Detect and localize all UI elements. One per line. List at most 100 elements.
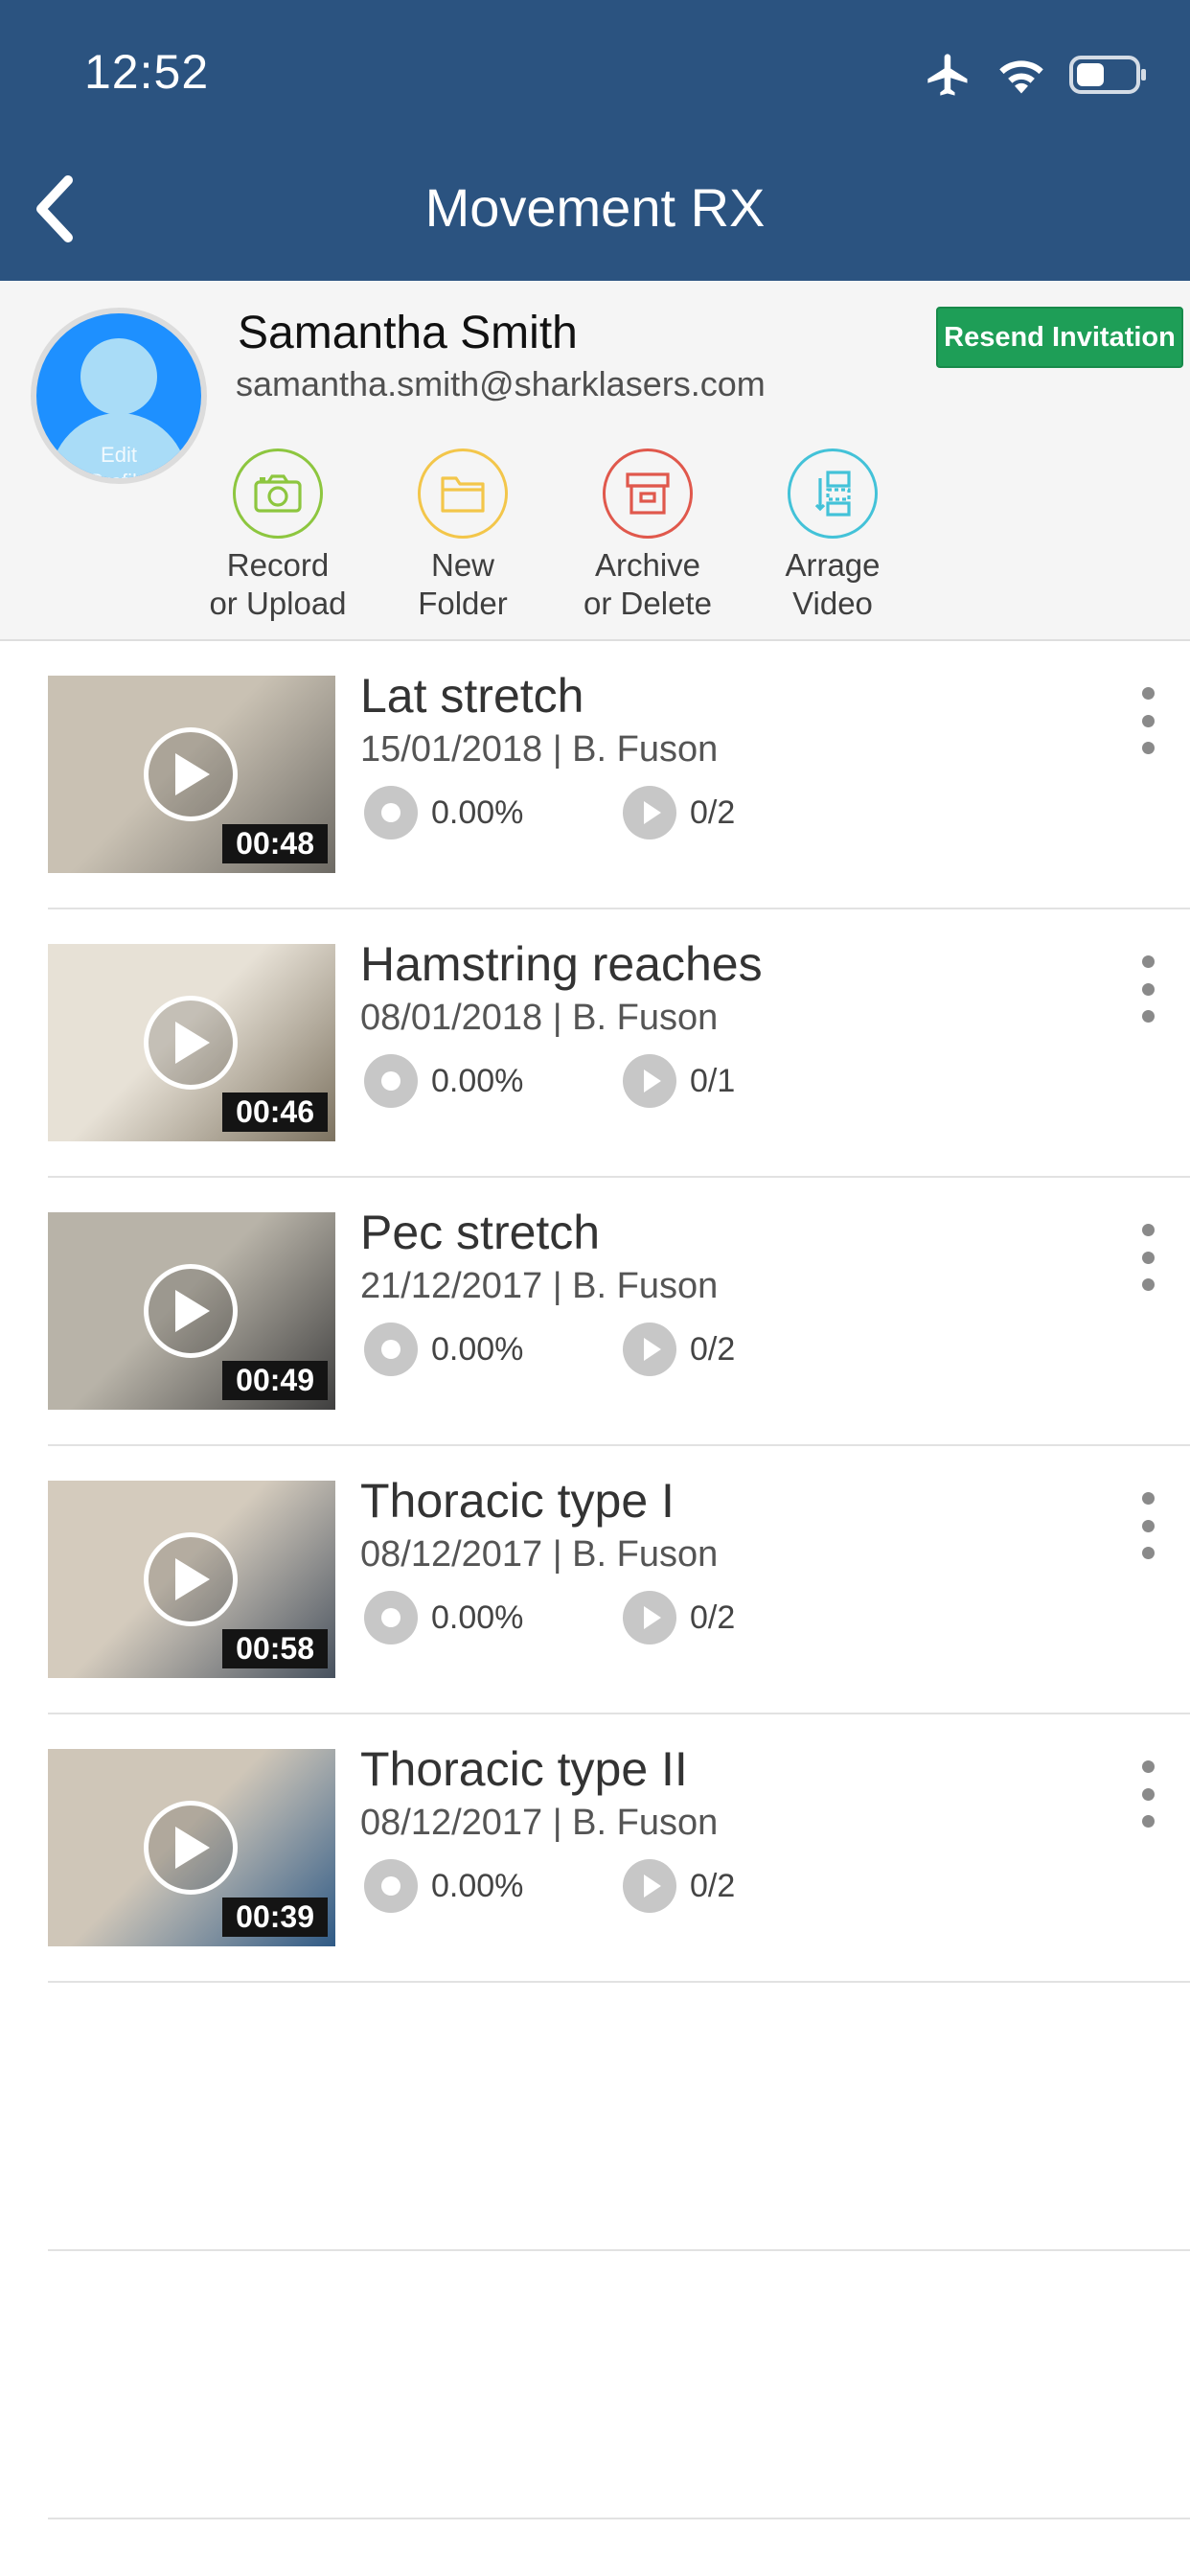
play-count-icon [623, 1591, 676, 1644]
archive-box-icon [626, 472, 670, 515]
action-circle [233, 448, 323, 539]
empty-list-row [48, 2251, 1190, 2519]
action-circle [788, 448, 878, 539]
progress-stat: 0.00% [364, 1858, 523, 1914]
camera-icon [254, 474, 302, 513]
video-thumbnail[interactable]: 00:49 [48, 1212, 335, 1410]
battery-icon [1069, 56, 1146, 94]
avatar-head-shape [80, 338, 157, 415]
plays-value: 0/2 [690, 1330, 736, 1368]
more-options-icon[interactable] [1129, 1224, 1167, 1291]
more-options-icon[interactable] [1129, 1492, 1167, 1559]
plays-value: 0/2 [690, 794, 736, 831]
profile-name: Samantha Smith [238, 308, 578, 358]
status-icons [924, 48, 1148, 102]
video-thumbnail[interactable]: 00:39 [48, 1749, 335, 1946]
video-row[interactable]: 00:49 Pec stretch 21/12/2017 | B. Fuson … [48, 1178, 1190, 1446]
play-button[interactable] [144, 1532, 238, 1626]
video-thumbnail[interactable]: 00:46 [48, 944, 335, 1141]
video-meta: 08/01/2018 | B. Fuson [360, 998, 719, 1038]
more-options-icon[interactable] [1129, 955, 1167, 1023]
play-count-icon [623, 1054, 676, 1108]
status-time: 12:52 [84, 45, 210, 99]
arrange-icon [814, 471, 851, 517]
video-duration: 00:49 [222, 1361, 328, 1400]
video-duration: 00:58 [222, 1629, 328, 1668]
app-header: 12:52 Movement RX [0, 0, 1190, 281]
progress-circle-icon [364, 1859, 418, 1913]
play-icon [175, 1022, 210, 1064]
plays-value: 0/2 [690, 1867, 736, 1904]
profile-email: samantha.smith@sharklasers.com [236, 364, 766, 403]
more-options-icon[interactable] [1129, 687, 1167, 754]
video-duration: 00:46 [222, 1092, 328, 1132]
play-count-icon [623, 1859, 676, 1913]
play-count-icon [623, 1322, 676, 1376]
action-circle [603, 448, 693, 539]
wifi-icon [999, 60, 1043, 94]
progress-value: 0.00% [431, 1330, 524, 1368]
page-title: Movement RX [424, 177, 766, 238]
progress-circle-icon [364, 1322, 418, 1376]
plays-value: 0/1 [690, 1062, 736, 1099]
video-title[interactable]: Lat stretch [360, 668, 584, 724]
progress-value: 0.00% [431, 1867, 524, 1904]
action-label: Arrage Video [785, 547, 881, 621]
play-icon [175, 753, 210, 795]
play-icon [175, 1290, 210, 1332]
video-thumbnail[interactable]: 00:58 [48, 1481, 335, 1678]
progress-stat: 0.00% [364, 1053, 523, 1109]
video-meta: 15/01/2018 | B. Fuson [360, 729, 719, 770]
airplane-mode-icon [927, 54, 968, 96]
action-circle [418, 448, 508, 539]
video-thumbnail[interactable]: 00:48 [48, 676, 335, 873]
plays-stat: 0/2 [623, 1590, 735, 1645]
progress-stat: 0.00% [364, 1590, 523, 1645]
progress-value: 0.00% [431, 794, 524, 831]
progress-circle-icon [364, 1054, 418, 1108]
video-title[interactable]: Pec stretch [360, 1205, 600, 1260]
progress-stat: 0.00% [364, 1322, 523, 1377]
video-row[interactable]: 00:39 Thoracic type II 08/12/2017 | B. F… [48, 1714, 1190, 1983]
video-row[interactable]: 00:58 Thoracic type I 08/12/2017 | B. Fu… [48, 1446, 1190, 1714]
video-list: 00:48 Lat stretch 15/01/2018 | B. Fuson … [48, 641, 1190, 2519]
archive-delete-button[interactable]: Archive or Delete [542, 448, 753, 623]
plays-value: 0/2 [690, 1598, 736, 1636]
plays-stat: 0/2 [623, 1858, 735, 1914]
video-row[interactable]: 00:48 Lat stretch 15/01/2018 | B. Fuson … [48, 641, 1190, 909]
progress-circle-icon [364, 786, 418, 840]
empty-list-row [48, 1983, 1190, 2251]
record-upload-button[interactable]: Record or Upload [172, 448, 383, 623]
play-button[interactable] [144, 996, 238, 1090]
progress-value: 0.00% [431, 1062, 524, 1099]
resend-invitation-button[interactable]: Resend Invitation [936, 307, 1183, 368]
progress-circle-icon [364, 1591, 418, 1644]
action-label: Archive or Delete [584, 547, 712, 621]
action-label: New Folder [418, 547, 508, 621]
video-meta: 08/12/2017 | B. Fuson [360, 1534, 719, 1575]
plays-stat: 0/2 [623, 1322, 735, 1377]
play-button[interactable] [144, 1264, 238, 1358]
video-meta: 21/12/2017 | B. Fuson [360, 1266, 719, 1306]
play-icon [175, 1827, 210, 1869]
arrange-video-button[interactable]: Arrage Video [727, 448, 938, 623]
action-label: Record or Upload [209, 547, 347, 621]
plays-stat: 0/1 [623, 1053, 735, 1109]
play-count-icon [623, 786, 676, 840]
play-button[interactable] [144, 1801, 238, 1895]
progress-stat: 0.00% [364, 785, 523, 840]
play-button[interactable] [144, 727, 238, 821]
video-title[interactable]: Thoracic type I [360, 1473, 675, 1529]
video-duration: 00:39 [222, 1898, 328, 1937]
plays-stat: 0/2 [623, 785, 735, 840]
video-row[interactable]: 00:46 Hamstring reaches 08/01/2018 | B. … [48, 909, 1190, 1178]
folder-icon [441, 476, 485, 513]
progress-value: 0.00% [431, 1598, 524, 1636]
play-icon [175, 1558, 210, 1600]
more-options-icon[interactable] [1129, 1760, 1167, 1828]
video-title[interactable]: Thoracic type II [360, 1741, 688, 1797]
new-folder-button[interactable]: New Folder [357, 448, 568, 623]
video-duration: 00:48 [222, 824, 328, 863]
video-meta: 08/12/2017 | B. Fuson [360, 1803, 719, 1843]
video-title[interactable]: Hamstring reaches [360, 936, 763, 992]
